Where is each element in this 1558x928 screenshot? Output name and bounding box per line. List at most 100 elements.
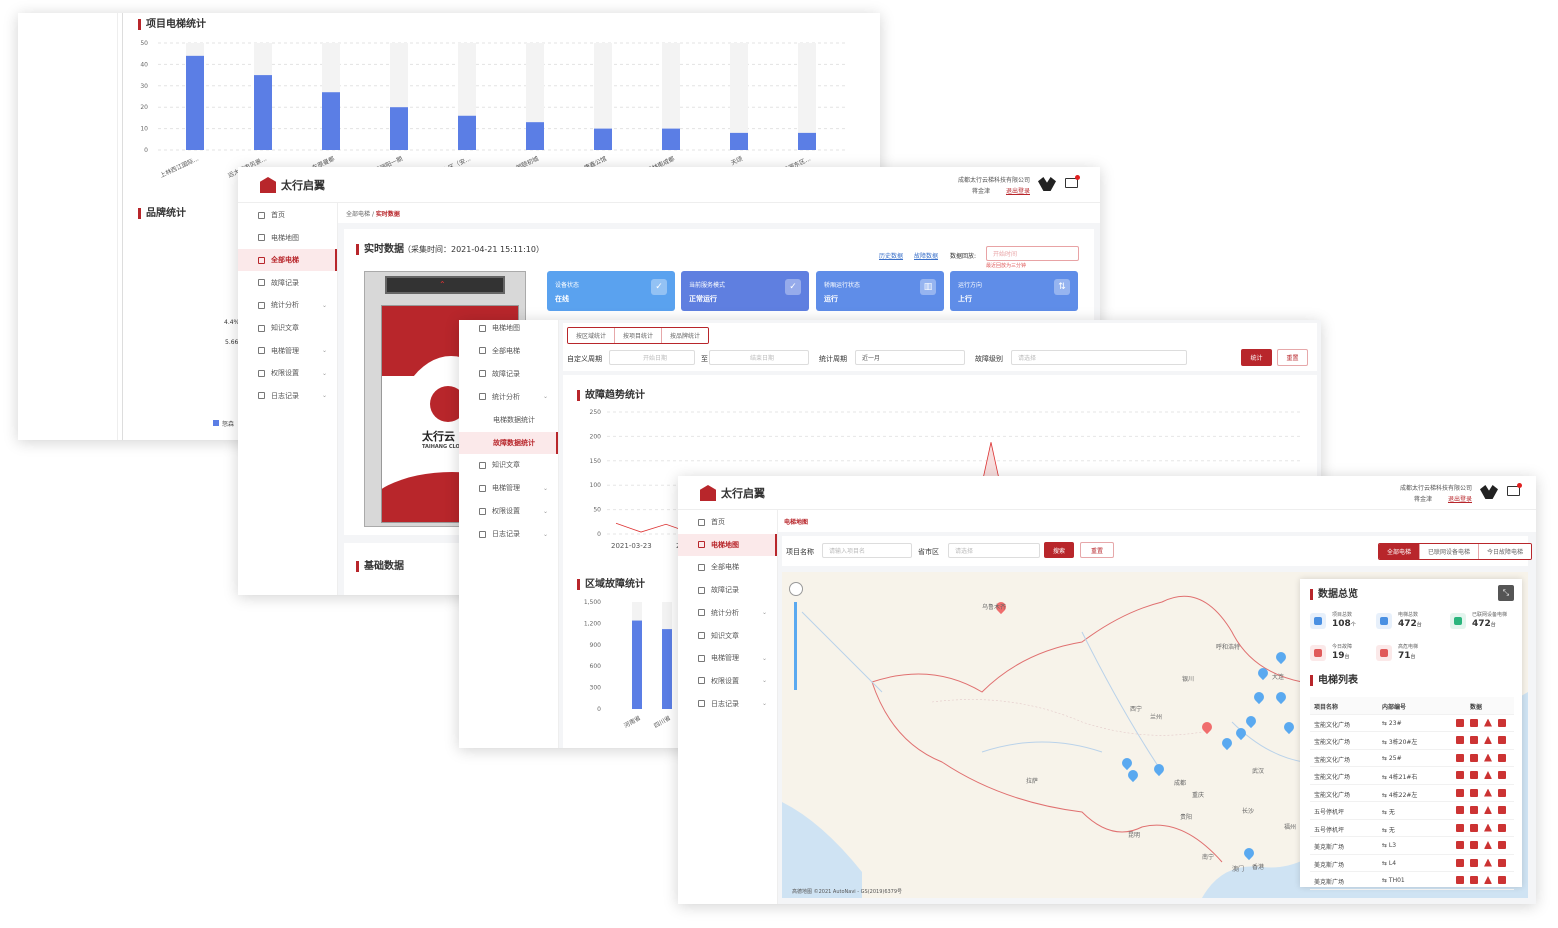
sidebar-item[interactable]: 全部电梯 (459, 340, 558, 362)
report-icon[interactable] (1498, 841, 1506, 849)
record-icon[interactable] (1470, 771, 1478, 779)
end-date-input[interactable]: 结束日期 (709, 350, 809, 365)
alert-icon[interactable] (1484, 718, 1492, 727)
filter-networked-elevators[interactable]: 已联网设备电梯 (1420, 544, 1480, 559)
bar[interactable] (662, 128, 680, 150)
sidebar-item[interactable]: 电梯地图 (238, 227, 337, 249)
fault-level-select[interactable]: 请选择 (1011, 350, 1187, 365)
bar[interactable] (186, 55, 204, 151)
report-icon[interactable] (1498, 771, 1506, 779)
bar[interactable] (458, 115, 476, 150)
sidebar-item[interactable]: 统计分析 ⌄ (459, 386, 558, 408)
bar[interactable] (632, 620, 642, 709)
region-select[interactable]: 请选择 (948, 543, 1040, 558)
avatar[interactable] (1480, 485, 1498, 499)
sidebar-item[interactable]: 电梯管理 ⌄ (678, 647, 777, 669)
report-icon[interactable] (1498, 788, 1506, 797)
monitor-icon[interactable] (1456, 876, 1464, 884)
filter-today-fault-elevators[interactable]: 今日故障电梯 (1479, 544, 1532, 559)
table-row[interactable]: 宝能文化广场 ⇆ 4栋21#右 (1310, 767, 1514, 785)
bar[interactable] (662, 629, 672, 709)
alert-icon[interactable] (1484, 858, 1492, 867)
reset-button[interactable]: 重置 (1277, 349, 1308, 366)
record-icon[interactable] (1470, 718, 1478, 727)
sidebar-item[interactable]: 电梯管理 ⌄ (238, 340, 337, 362)
sidebar-item[interactable]: 日志记录 ⌄ (459, 523, 558, 545)
sidebar-item[interactable]: 日志记录 ⌄ (238, 385, 337, 407)
table-row[interactable]: 宝能文化广场 ⇆ 3栋20#左 (1310, 732, 1514, 750)
logo[interactable]: 太行启翼 (700, 485, 765, 501)
sidebar-item[interactable]: 首页 (238, 204, 337, 226)
alert-icon[interactable] (1484, 771, 1492, 779)
table-row[interactable]: 宝能文化广场 ⇆ 25# (1310, 750, 1514, 767)
record-icon[interactable] (1470, 753, 1478, 762)
record-icon[interactable] (1470, 876, 1478, 884)
bar[interactable] (254, 75, 272, 150)
report-icon[interactable] (1498, 858, 1506, 867)
monitor-icon[interactable] (1456, 718, 1464, 727)
search-button[interactable]: 搜索 (1044, 542, 1074, 558)
logout-link[interactable]: 退出登录 (1006, 186, 1030, 195)
pan-control[interactable] (789, 582, 803, 596)
monitor-icon[interactable] (1456, 788, 1464, 797)
monitor-icon[interactable] (1456, 753, 1464, 762)
table-row[interactable]: 美克斯广场 ⇆ L3 (1310, 837, 1514, 855)
sidebar-item[interactable]: 故障记录 (678, 579, 777, 601)
alert-icon[interactable] (1484, 823, 1492, 832)
history-data-link[interactable]: 历史数据 (879, 251, 903, 260)
alert-icon[interactable] (1484, 788, 1492, 797)
alert-icon[interactable] (1484, 806, 1492, 814)
tab-by-brand[interactable]: 按品牌统计 (662, 328, 709, 343)
record-icon[interactable] (1470, 736, 1478, 744)
monitor-icon[interactable] (1456, 806, 1464, 814)
record-icon[interactable] (1470, 806, 1478, 814)
record-icon[interactable] (1470, 858, 1478, 867)
sidebar-item[interactable]: 日志记录 ⌄ (678, 693, 777, 715)
sidebar-item[interactable]: 全部电梯 (678, 556, 777, 578)
bar[interactable] (798, 132, 816, 150)
sidebar-item[interactable]: 首页 (678, 511, 777, 533)
record-icon[interactable] (1470, 823, 1478, 832)
report-icon[interactable] (1498, 876, 1506, 884)
tab-by-region[interactable]: 按区域统计 (568, 328, 616, 343)
table-row[interactable]: 五号停机坪 ⇆ 无 (1310, 820, 1514, 837)
bar[interactable] (526, 122, 544, 150)
monitor-icon[interactable] (1456, 841, 1464, 849)
tab-by-project[interactable]: 按项目统计 (615, 328, 663, 343)
monitor-icon[interactable] (1456, 736, 1464, 744)
start-date-input[interactable]: 开始日期 (609, 350, 695, 365)
sidebar-item[interactable]: 电梯地图 (678, 533, 777, 556)
sidebar-item[interactable]: 电梯数据统计 (459, 409, 558, 431)
sidebar-item[interactable]: 知识文章 (678, 625, 777, 647)
collapse-icon[interactable]: ⤡ (1498, 585, 1514, 601)
project-name-input[interactable]: 请输入项目名 (822, 543, 912, 558)
report-icon[interactable] (1498, 753, 1506, 762)
sidebar-item[interactable]: 权限设置 ⌄ (459, 500, 558, 522)
report-icon[interactable] (1498, 823, 1506, 832)
bar[interactable] (594, 128, 612, 150)
table-row[interactable]: 五号停机坪 ⇆ 无 (1310, 802, 1514, 820)
report-icon[interactable] (1498, 806, 1506, 814)
record-icon[interactable] (1470, 788, 1478, 797)
bar[interactable] (730, 132, 748, 150)
report-icon[interactable] (1498, 718, 1506, 727)
table-row[interactable]: 美克斯广场 ⇆ L4 (1310, 855, 1514, 872)
alert-icon[interactable] (1484, 876, 1492, 884)
sidebar-item[interactable]: 电梯管理 ⌄ (459, 477, 558, 499)
monitor-icon[interactable] (1456, 823, 1464, 832)
zoom-slider[interactable] (794, 602, 797, 690)
sidebar-item[interactable]: 全部电梯 (238, 249, 337, 272)
stat-period-select[interactable]: 近一月 (855, 350, 965, 365)
sidebar-item[interactable]: 故障记录 (238, 272, 337, 294)
sidebar-item[interactable]: 统计分析 ⌄ (238, 294, 337, 316)
filter-all-elevators[interactable]: 全部电梯 (1379, 544, 1421, 559)
sidebar-item[interactable]: 知识文章 (459, 454, 558, 476)
breadcrumb-root[interactable]: 全部电梯 (346, 211, 370, 218)
report-icon[interactable] (1498, 736, 1506, 744)
sidebar-item[interactable]: 故障数据统计 (459, 431, 558, 454)
table-row[interactable]: 美克斯广场 ⇆ TH01 (1310, 872, 1514, 890)
bar[interactable] (390, 107, 408, 150)
avatar[interactable] (1038, 177, 1056, 191)
reset-button[interactable]: 重置 (1080, 542, 1114, 558)
zoom-control[interactable] (788, 582, 804, 692)
